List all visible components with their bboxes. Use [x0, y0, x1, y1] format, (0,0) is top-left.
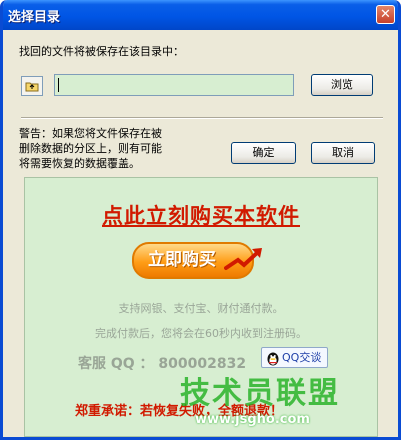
close-button[interactable]: ✕: [376, 5, 395, 24]
warning-line-1: 警告：如果您将文件保存在被: [19, 127, 162, 140]
qq-penguin-icon: [267, 352, 279, 366]
purchase-ad-panel: 点此立刻购买本软件 立即购买 支持网银、支付宝、财付通付款。 完成付款后，您将会…: [24, 177, 378, 437]
folder-up-icon: [25, 82, 39, 92]
separator: [21, 117, 383, 119]
title-bar[interactable]: 选择目录 ✕: [3, 0, 398, 30]
registration-info-text: 完成付款后，您将会在60秒内收到注册码。: [95, 327, 307, 340]
qq-chat-label: QQ交谈: [282, 351, 322, 364]
browse-button[interactable]: 浏览: [311, 74, 373, 96]
warning-line-2: 删除数据的分区上，则有可能: [19, 142, 162, 155]
text-caret: [58, 78, 59, 92]
site-watermark: 技术员联盟: [180, 376, 340, 411]
buy-software-link[interactable]: 点此立刻购买本软件: [25, 200, 377, 230]
buy-now-button[interactable]: 立即购买: [132, 240, 265, 280]
site-watermark-url: www.jsgho.com: [195, 412, 310, 427]
window-title: 选择目录: [8, 10, 61, 25]
warning-line-3: 将需要恢复的数据覆盖。: [19, 157, 140, 170]
select-directory-dialog: 选择目录 ✕ 找回的文件将被保存在该目录中： 浏览 警告：如果您将文件保存在被 …: [0, 0, 401, 440]
directory-path-input[interactable]: [54, 74, 294, 96]
parent-folder-button[interactable]: [21, 76, 43, 96]
cancel-button[interactable]: 取消: [311, 142, 375, 164]
instruction-label: 找回的文件将被保存在该目录中：: [19, 45, 184, 58]
payment-methods-text: 支持网银、支付宝、财付通付款。: [118, 302, 284, 315]
qq-chat-button[interactable]: QQ交谈: [261, 347, 328, 368]
rising-arrow-icon: [224, 248, 262, 270]
ok-button[interactable]: 确定: [231, 142, 296, 164]
